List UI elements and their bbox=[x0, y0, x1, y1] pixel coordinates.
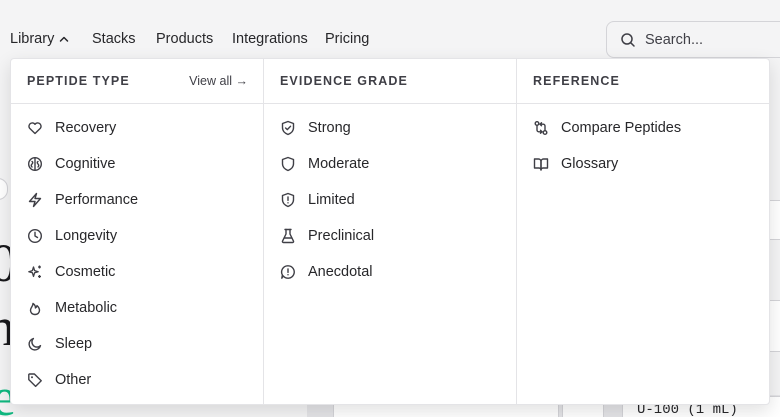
heart-icon bbox=[28, 122, 42, 135]
brain-icon bbox=[27, 156, 43, 172]
nav-item-products[interactable]: Products bbox=[156, 31, 213, 47]
menu-item-label: Longevity bbox=[55, 228, 118, 244]
flask-icon bbox=[281, 228, 295, 244]
menu-item-label: Other bbox=[55, 372, 92, 388]
clock-icon bbox=[27, 228, 43, 244]
nav-item-label: Integrations bbox=[232, 31, 308, 47]
nav-item-label: Stacks bbox=[92, 31, 136, 47]
menu-column-evidence-grade: EVIDENCE GRADE Strong Moderate Limited P… bbox=[263, 59, 516, 404]
menu-item-sleep[interactable]: Sleep bbox=[11, 326, 263, 362]
menu-item-label: Performance bbox=[55, 192, 139, 208]
column-title: REFERENCE bbox=[533, 74, 620, 88]
column-title: EVIDENCE GRADE bbox=[280, 74, 408, 88]
menu-item-performance[interactable]: Performance bbox=[11, 182, 263, 218]
menu-item-label: Glossary bbox=[561, 156, 619, 172]
menu-item-label: Limited bbox=[308, 192, 355, 208]
search-box[interactable] bbox=[606, 21, 780, 58]
nav-item-stacks[interactable]: Stacks bbox=[92, 31, 136, 47]
column-header: EVIDENCE GRADE bbox=[264, 59, 516, 104]
menu-item-longevity[interactable]: Longevity bbox=[11, 218, 263, 254]
column-header: REFERENCE bbox=[517, 59, 769, 104]
shield-alert-icon bbox=[281, 192, 295, 208]
nav-item-label: Pricing bbox=[325, 31, 370, 47]
shield-check-icon bbox=[281, 120, 295, 136]
nav-item-label: Library bbox=[10, 31, 55, 47]
menu-item-label: Sleep bbox=[55, 336, 93, 352]
menu-item-cosmetic[interactable]: Cosmetic bbox=[11, 254, 263, 290]
moon-icon bbox=[28, 337, 42, 351]
menu-item-label: Compare Peptides bbox=[561, 120, 682, 136]
menu-item-label: Cosmetic bbox=[55, 264, 116, 280]
column-title: PEPTIDE TYPE bbox=[27, 74, 130, 88]
menu-column-reference: REFERENCE Compare Peptides Glossary bbox=[516, 59, 769, 404]
search-input[interactable] bbox=[645, 31, 780, 48]
nav-item-library[interactable]: Library bbox=[10, 31, 70, 47]
sparkles-icon bbox=[28, 265, 41, 278]
menu-item-glossary[interactable]: Glossary bbox=[517, 146, 769, 182]
library-mega-menu: PEPTIDE TYPE View all → Recovery Cogniti… bbox=[10, 58, 770, 405]
chevron-up-icon bbox=[60, 36, 69, 42]
menu-item-label: Strong bbox=[308, 120, 351, 136]
git-compare-icon bbox=[534, 121, 548, 135]
column-header: PEPTIDE TYPE View all → bbox=[11, 59, 263, 104]
message-alert-icon bbox=[280, 265, 295, 279]
view-all-link[interactable]: View all → bbox=[189, 74, 248, 88]
nav-item-pricing[interactable]: Pricing bbox=[325, 31, 369, 47]
menu-item-label: Moderate bbox=[308, 156, 370, 172]
tag-icon bbox=[28, 373, 42, 388]
menu-item-cognitive[interactable]: Cognitive bbox=[11, 146, 263, 182]
menu-item-anecdotal[interactable]: Anecdotal bbox=[264, 254, 516, 290]
menu-item-metabolic[interactable]: Metabolic bbox=[11, 290, 263, 326]
background-pill bbox=[0, 178, 8, 200]
shield-icon bbox=[281, 156, 295, 172]
lightning-icon bbox=[28, 192, 42, 208]
menu-item-label: Preclinical bbox=[308, 228, 375, 244]
menu-item-strong[interactable]: Strong bbox=[264, 110, 516, 146]
menu-item-limited[interactable]: Limited bbox=[264, 182, 516, 218]
menu-item-label: Metabolic bbox=[55, 300, 118, 316]
menu-item-label: Cognitive bbox=[55, 156, 116, 172]
nav-item-integrations[interactable]: Integrations bbox=[232, 31, 308, 47]
search-icon bbox=[621, 32, 635, 47]
nav-item-label: Products bbox=[156, 31, 214, 47]
menu-item-moderate[interactable]: Moderate bbox=[264, 146, 516, 182]
menu-item-recovery[interactable]: Recovery bbox=[11, 110, 263, 146]
menu-item-compare-peptides[interactable]: Compare Peptides bbox=[517, 110, 769, 146]
menu-column-peptide-type: PEPTIDE TYPE View all → Recovery Cogniti… bbox=[11, 59, 263, 404]
menu-item-other[interactable]: Other bbox=[11, 362, 263, 398]
book-open-icon bbox=[533, 158, 549, 171]
flame-icon bbox=[29, 302, 41, 316]
menu-item-label: Anecdotal bbox=[308, 264, 373, 280]
menu-item-preclinical[interactable]: Preclinical bbox=[264, 218, 516, 254]
menu-item-label: Recovery bbox=[55, 120, 117, 136]
